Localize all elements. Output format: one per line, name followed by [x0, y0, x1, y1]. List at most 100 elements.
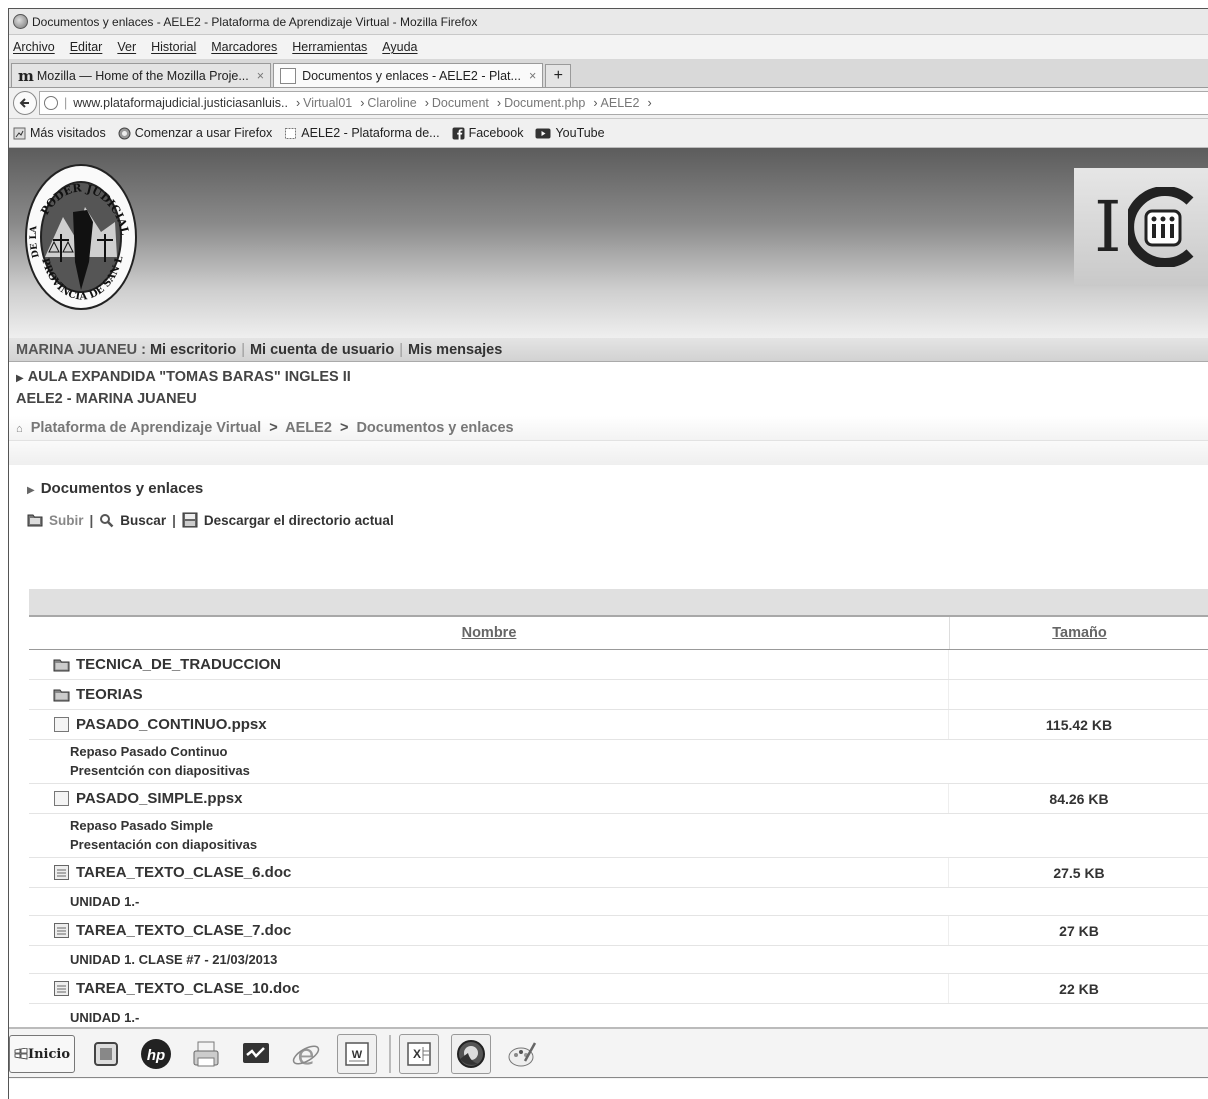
description-line: Presentación con diapositivas: [70, 837, 258, 852]
tab-documentos[interactable]: Documentos y enlaces - AELE2 - Plat... ×: [273, 63, 544, 87]
bookmark-getting-started[interactable]: Comenzar a usar Firefox: [118, 126, 272, 140]
url-crumb[interactable]: Document.php: [497, 96, 585, 110]
url-crumb[interactable]: Claroline: [360, 96, 416, 110]
title-bar: Documentos y enlaces - AELE2 - Plataform…: [9, 9, 1208, 35]
bookmarks-toolbar: Más visitados Comenzar a usar Firefox AE…: [9, 119, 1208, 148]
course-code: AELE2 - MARINA JUANEU: [16, 391, 197, 407]
bookmark-aele2[interactable]: AELE2 - Plataforma de...: [284, 126, 440, 140]
bookmark-label: YouTube: [555, 126, 605, 140]
breadcrumb-separator: >: [339, 420, 349, 436]
column-header-size[interactable]: Tamaño: [950, 625, 1208, 641]
file-link[interactable]: PASADO_SIMPLE.ppsx: [76, 790, 242, 807]
url-crumb[interactable]: AELE2: [593, 96, 640, 110]
file-icon: [54, 717, 69, 732]
svg-text:hp: hp: [147, 1047, 165, 1064]
buscar-link[interactable]: Buscar: [120, 513, 166, 528]
file-link[interactable]: TAREA_TEXTO_CLASE_6.doc: [76, 864, 291, 881]
internet-explorer-icon[interactable]: e: [287, 1035, 325, 1073]
hp-icon[interactable]: hp: [137, 1035, 175, 1073]
start-label: Inicio: [28, 1046, 70, 1062]
bookmark-most-visited[interactable]: Más visitados: [13, 126, 106, 140]
file-link[interactable]: TAREA_TEXTO_CLASE_7.doc: [76, 922, 291, 939]
paint-icon[interactable]: [503, 1035, 541, 1073]
menu-ayuda[interactable]: Ayuda: [382, 40, 417, 54]
url-crumb[interactable]: Document: [425, 96, 489, 110]
breadcrumb: ⌂ Plataforma de Aprendizaje Virtual > AE…: [9, 416, 1208, 441]
firefox-icon: [13, 14, 28, 29]
course-header: ▶ AULA EXPANDIDA "TOMAS BARAS" INGLES II …: [9, 362, 1208, 410]
youtube-icon: [535, 128, 551, 138]
menu-editar[interactable]: Editar: [70, 40, 103, 54]
table-top-band: [29, 589, 1208, 617]
file-description: Repaso Pasado Simple Presentación con di…: [29, 814, 1208, 858]
page-icon: [285, 127, 297, 139]
new-tab-button[interactable]: +: [545, 64, 572, 87]
most-visited-icon: [13, 127, 26, 139]
url-crumb[interactable]: Virtual01: [296, 96, 352, 110]
save-disk-icon: [182, 512, 198, 528]
menu-marcadores[interactable]: Marcadores: [211, 40, 277, 54]
table-row: PASADO_CONTINUO.ppsx 115.42 KB: [29, 710, 1208, 740]
url-bar[interactable]: | www.plataformajudicial.justiciasanluis…: [39, 91, 1208, 115]
word-icon[interactable]: W: [337, 1034, 377, 1074]
menu-historial[interactable]: Historial: [151, 40, 196, 54]
descargar-link[interactable]: Descargar el directorio actual: [204, 513, 394, 528]
separator: |: [172, 512, 176, 528]
menu-archivo[interactable]: Archivo: [13, 40, 55, 54]
file-size: 115.42 KB: [1045, 716, 1113, 733]
close-tab-icon[interactable]: ×: [257, 69, 264, 83]
svg-text:X: X: [413, 1047, 421, 1061]
file-link[interactable]: TAREA_TEXTO_CLASE_10.doc: [76, 980, 300, 997]
file-link[interactable]: PASADO_CONTINUO.ppsx: [76, 716, 267, 733]
column-header-name[interactable]: Nombre: [29, 617, 950, 649]
link-mis-mensajes[interactable]: Mis mensajes: [408, 342, 502, 358]
link-mi-cuenta[interactable]: Mi cuenta de usuario: [250, 342, 394, 358]
url-crumb-end: [647, 96, 654, 110]
media-player-icon[interactable]: [87, 1035, 125, 1073]
file-size: 27.5 KB: [1053, 864, 1105, 881]
folder-icon: [53, 659, 70, 671]
folder-up-icon: [27, 514, 43, 527]
institution-logo: I: [1074, 168, 1208, 286]
menu-ver[interactable]: Ver: [117, 40, 136, 54]
file-size: 27 KB: [1059, 922, 1099, 939]
subir-link[interactable]: Subir: [49, 513, 84, 528]
course-title-row[interactable]: ▶ AULA EXPANDIDA "TOMAS BARAS" INGLES II: [16, 367, 1208, 389]
back-button[interactable]: [13, 91, 37, 115]
bookmark-youtube[interactable]: YouTube: [535, 126, 605, 140]
close-tab-icon[interactable]: ×: [529, 69, 536, 83]
printer-icon[interactable]: [187, 1035, 225, 1073]
file-icon: [54, 791, 69, 806]
file-link[interactable]: TECNICA_DE_TRADUCCION: [76, 656, 281, 673]
page-icon: [280, 67, 297, 84]
triangle-right-icon: ▶: [16, 373, 24, 384]
excel-icon[interactable]: X: [399, 1034, 439, 1074]
breadcrumb-platform[interactable]: Plataforma de Aprendizaje Virtual: [31, 420, 261, 436]
breadcrumb-separator: >: [269, 420, 278, 436]
file-size: 22 KB: [1059, 980, 1099, 997]
firefox-icon[interactable]: [451, 1034, 491, 1074]
section-bar: [9, 441, 1208, 465]
tab-mozilla[interactable]: m Mozilla — Home of the Mozilla Proje...…: [11, 63, 272, 87]
file-link[interactable]: TEORIAS: [76, 686, 143, 703]
bookmark-facebook[interactable]: Facebook: [452, 126, 523, 140]
start-button[interactable]: Inicio: [9, 1035, 75, 1073]
desktop-edge: [9, 1077, 1208, 1078]
tab-label: Documentos y enlaces - AELE2 - Plat...: [302, 68, 521, 83]
user-bar: MARINA JUANEU : Mi escritorio | Mi cuent…: [9, 338, 1208, 362]
breadcrumb-course[interactable]: AELE2: [285, 420, 332, 436]
description-line: UNIDAD 1. CLASE #7 - 21/03/2013: [70, 952, 278, 967]
window-title: Documentos y enlaces - AELE2 - Plataform…: [32, 14, 478, 29]
menu-herramientas[interactable]: Herramientas: [292, 40, 367, 54]
tool-title-text: Documentos y enlaces: [40, 480, 204, 497]
svg-text:e: e: [297, 1039, 314, 1069]
document-toolbar: Subir | Buscar | Descargar el directorio…: [27, 512, 1208, 528]
site-banner: PODER JUDICIAL DE LA PROVINCIA DE SAN LU…: [9, 148, 1208, 338]
poder-judicial-seal-logo[interactable]: PODER JUDICIAL DE LA PROVINCIA DE SAN LU…: [23, 162, 139, 312]
brand-letter: I: [1094, 186, 1122, 268]
description-line: UNIDAD 1.-: [70, 894, 140, 909]
monitor-icon[interactable]: [237, 1035, 275, 1073]
doc-icon: [54, 923, 69, 938]
breadcrumb-current: Documentos y enlaces: [356, 420, 514, 436]
link-mi-escritorio[interactable]: Mi escritorio: [150, 342, 236, 358]
